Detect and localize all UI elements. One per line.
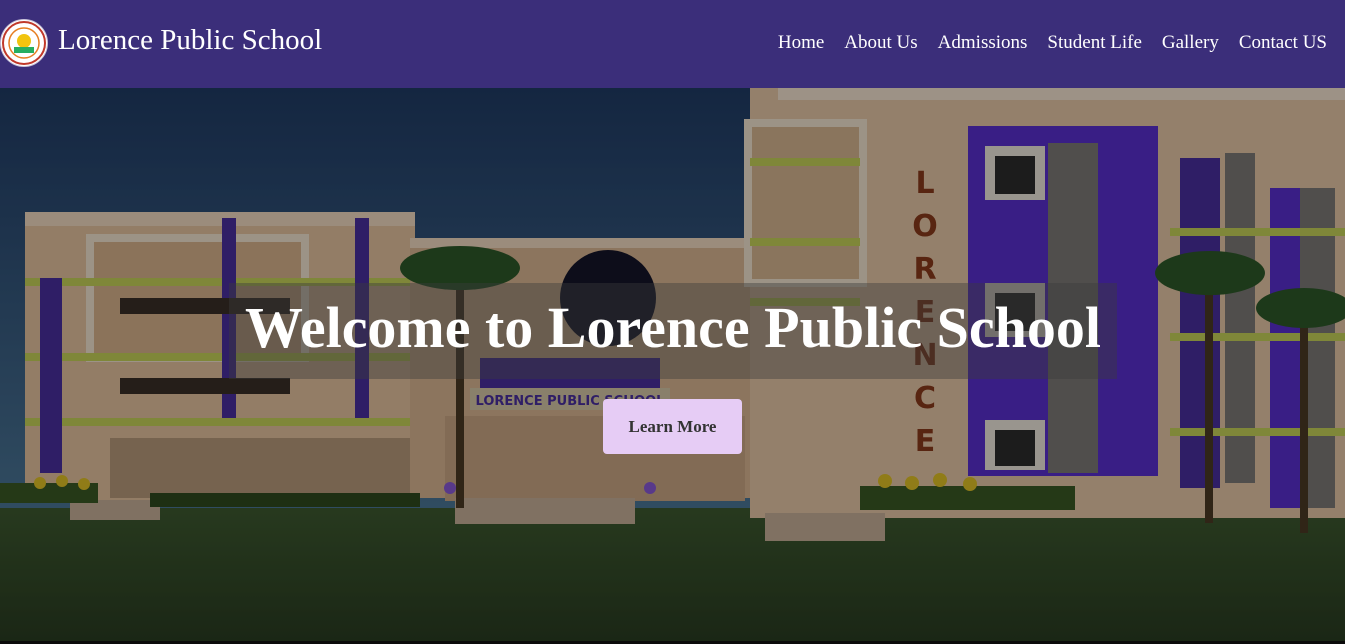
learn-more-button[interactable]: Learn More [603,399,742,454]
hero-section: LORENCE PUBLIC SCHOOL LORENCE Welcome to… [0,88,1345,641]
hero-headline: Welcome to Lorence Public School [245,295,1101,360]
nav-about-us[interactable]: About Us [844,32,917,54]
school-crest-icon[interactable] [0,19,48,67]
navbar: Lorence Public School Home About Us Admi… [0,0,1345,88]
nav-gallery[interactable]: Gallery [1162,32,1219,54]
nav-student-life[interactable]: Student Life [1047,32,1141,54]
main-nav: Home About Us Admissions Student Life Ga… [778,32,1327,54]
brand-name[interactable]: Lorence Public School [58,24,322,57]
nav-admissions[interactable]: Admissions [938,32,1028,54]
nav-home[interactable]: Home [778,32,824,54]
nav-contact-us[interactable]: Contact US [1239,32,1327,54]
